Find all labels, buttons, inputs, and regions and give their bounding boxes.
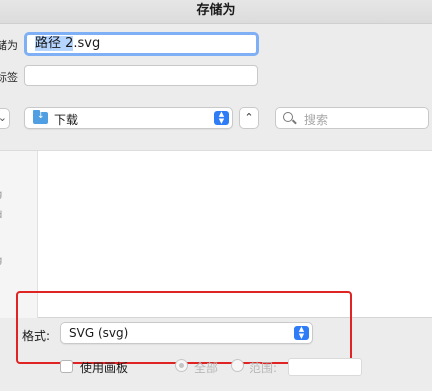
sidebar-item[interactable]: g [0, 189, 2, 200]
downloads-folder-icon [33, 110, 48, 124]
location-label: 下载 [54, 113, 79, 127]
dialog-title: 存储为 [0, 0, 432, 24]
filename-selected-text: 路径 2 [35, 36, 74, 51]
search-icon [283, 112, 293, 122]
search-placeholder: 搜索 [304, 113, 329, 127]
annotation-highlight [16, 291, 352, 364]
view-toggle-button[interactable]: ⌄ [0, 108, 10, 129]
filename-field[interactable]: 路径 2.svg [24, 32, 259, 56]
range-radio[interactable] [231, 359, 244, 372]
filename-extension: .svg [73, 36, 101, 51]
collapse-button[interactable]: ⌃ [239, 107, 259, 129]
tags-label: 标签: [0, 71, 18, 84]
search-input[interactable]: 搜索 [275, 107, 429, 129]
tags-field[interactable] [24, 65, 258, 86]
all-radio[interactable] [175, 359, 188, 372]
sidebar-item[interactable]: d [0, 210, 2, 221]
chevron-down-icon: ⌄ [0, 111, 7, 124]
use-artboards-checkbox[interactable] [60, 360, 73, 373]
save-as-label: 存储为: [0, 39, 18, 52]
range-label: 范围: [249, 361, 278, 375]
popup-stepper-icon: ▲ ▼ [214, 111, 229, 125]
chevron-up-icon: ⌃ [244, 111, 254, 124]
use-artboards-label: 使用画板 [80, 361, 129, 375]
location-popup[interactable]: 下载 ▲▼ [24, 107, 233, 129]
sidebar-item[interactable]: g [0, 255, 2, 266]
range-field[interactable] [288, 358, 362, 376]
all-label: 全部 [194, 361, 219, 375]
